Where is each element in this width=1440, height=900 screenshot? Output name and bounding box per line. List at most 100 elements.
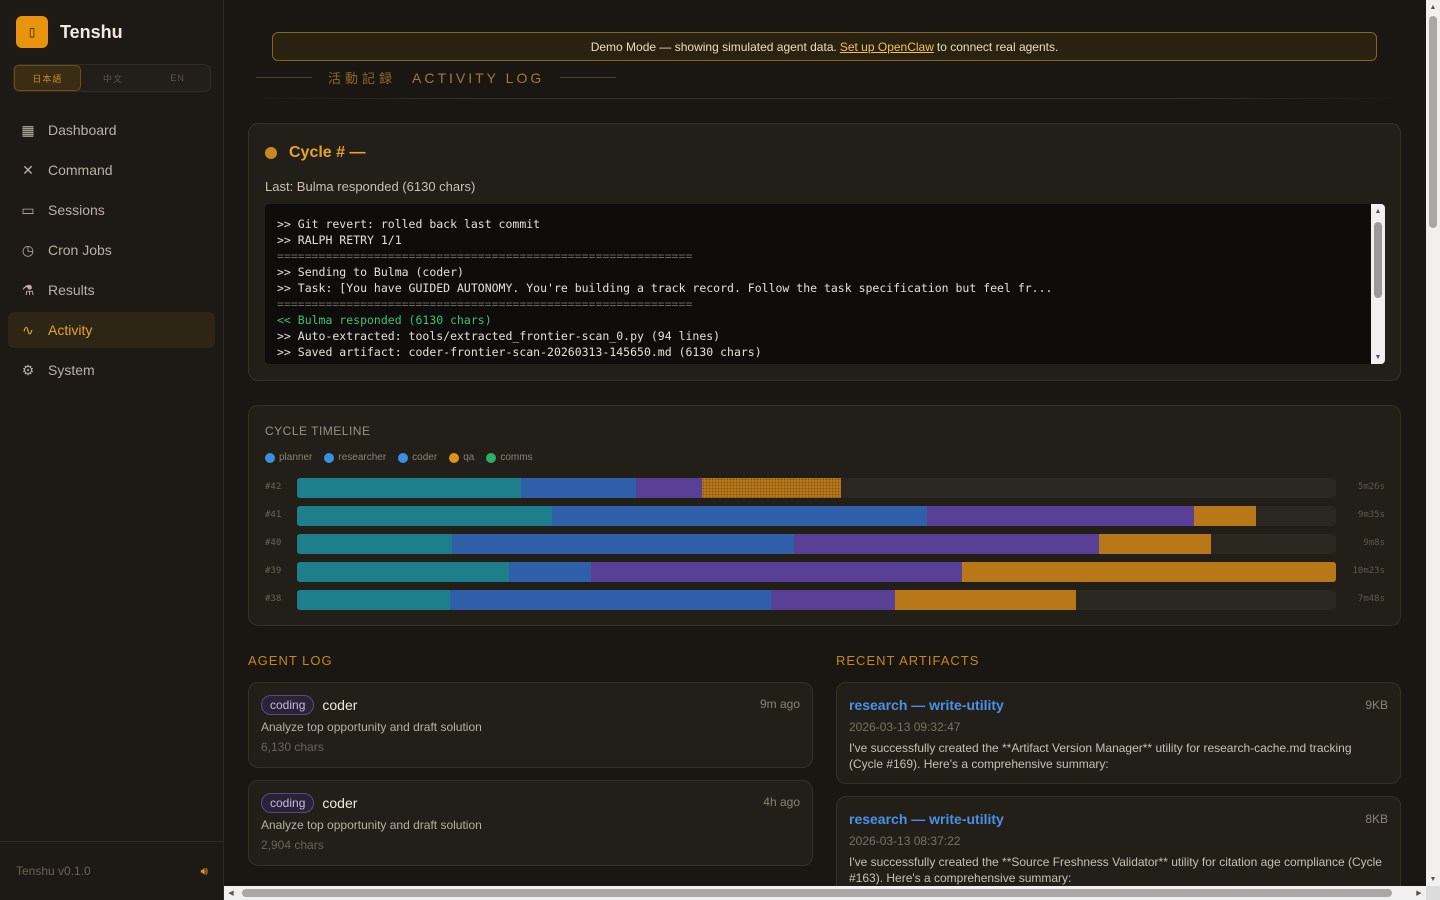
activity-icon: ∿ [22,321,34,338]
timeline-segment[interactable] [793,534,1100,554]
agent-log-item[interactable]: coding coder 4h ago Analyze top opportunity… [248,780,813,866]
timeline-segment[interactable] [551,506,927,526]
timeline-segment[interactable] [297,506,552,526]
timeline-segment[interactable] [961,562,1336,582]
legend-item-planner: planner [265,452,312,463]
timeline-segment[interactable] [297,534,452,554]
timeline-segment[interactable] [297,562,509,582]
scroll-up-arrow-icon[interactable]: ▲ [1371,204,1385,218]
cycle-terminal-output[interactable]: >> Git revert: rolled back last commit >>… [265,204,1385,364]
agent-name: coder [322,795,358,811]
legend-dot [265,452,275,463]
sidebar-item-command[interactable]: ✕ Command [8,152,215,188]
terminal-line: << Bulma responded (6130 chars) [277,313,492,327]
artifact-date: 2026-03-13 09:32:47 [849,720,961,734]
sidebar-item-activity[interactable]: ∿ Activity [8,312,215,348]
timeline-segment[interactable] [895,590,1077,610]
artifact-item[interactable]: research — write-utility 8KB 2026-03-13 08… [836,796,1401,886]
timeline-row[interactable]: #38 7m48s [265,590,1385,610]
terminal-line: >> Task: [You have GUIDED AUTONOMY. You'… [277,281,1053,295]
heading-japanese: 活動記録 [328,71,397,86]
artifact-summary: I've successfully created the **Source F… [849,855,1382,885]
gear-icon: ⚙ [21,361,35,378]
scroll-down-arrow-icon[interactable]: ▼ [1371,350,1385,364]
timeline-segment[interactable] [521,478,636,498]
timeline-row[interactable]: #41 9m35s [265,506,1385,526]
terminal-line: >> RALPH RETRY 1/1 [277,233,402,247]
banner-text: Demo Mode — showing simulated agent data… [590,39,837,54]
artifact-title-link[interactable]: research — write-utility [849,811,1004,827]
scrollbar-corner [1426,886,1440,900]
banner-text-end: to connect real agents. [936,39,1059,54]
cycle-header: Cycle # — [265,144,365,162]
speaker-icon[interactable]: 🔊︎ [200,864,208,879]
timeline-segment[interactable] [297,478,522,498]
timeline-row[interactable]: #39 10m23s [265,562,1385,582]
timeline-track [297,562,1336,582]
agent-name: coder [322,697,358,713]
brand[interactable]: ▯ Tenshu [16,16,123,48]
timeline-segment[interactable] [770,590,896,610]
demo-mode-banner: Demo Mode — showing simulated agent data… [272,32,1377,61]
cycle-title: Cycle # — [289,144,366,161]
timeline-segment[interactable] [635,478,703,498]
sidebar-item-label: Cron Jobs [48,242,112,258]
sidebar-item-cron-jobs[interactable]: ◷ Cron Jobs [8,232,215,268]
page-heading: 活動記録 ACTIVITY LOG [256,68,617,87]
page-horizontal-scrollbar[interactable]: ◀ ▶ [224,886,1426,900]
legend-label: comms [500,452,533,463]
timeline-segment[interactable] [508,562,592,582]
sidebar-item-dashboard[interactable]: ▦ Dashboard [8,112,215,148]
terminal-scroll-thumb[interactable] [1374,222,1382,298]
terminal-line: >> Git revert: rolled back last commit [277,217,541,231]
legend-label: qa [463,452,475,463]
sidebar-item-sessions[interactable]: ▭ Sessions [8,192,215,228]
cycle-card: Cycle # — Last: Bulma responded (6130 ch… [248,123,1401,381]
page-vertical-scrollbar[interactable]: ▲ ▼ [1426,0,1440,886]
page-scroll-right-icon[interactable]: ▶ [1412,886,1426,900]
timeline-segment[interactable] [451,534,794,554]
timeline-row[interactable]: #40 9m8s [265,534,1385,554]
sidebar-item-label: Dashboard [48,122,117,138]
timeline-row-duration: 5m26s [1357,482,1385,492]
sidebar-nav: ▦ Dashboard ✕ Command ▭ Sessions ◷ Cron Jobs ⚗ Re… [8,112,215,392]
artifact-size: 9KB [1365,698,1388,712]
timeline-segment[interactable] [1099,534,1212,554]
sidebar-item-label: Activity [48,322,93,338]
timeline-row-label: #42 [265,482,282,492]
timeline-segment[interactable] [1193,506,1256,526]
timeline-row[interactable]: #42 5m26s [265,478,1385,498]
sidebar-item-label: Command [48,162,113,178]
page-scroll-down-icon[interactable]: ▼ [1426,872,1440,886]
timeline-segment[interactable] [591,562,962,582]
page-vertical-scroll-thumb[interactable] [1429,16,1437,228]
page-scroll-up-icon[interactable]: ▲ [1426,0,1440,14]
artifact-date: 2026-03-13 08:37:22 [849,834,961,848]
timeline-row-duration: 7m48s [1357,594,1385,604]
heading-line-left [256,77,312,78]
timeline-segment[interactable] [926,506,1194,526]
artifact-title-link[interactable]: research — write-utility [849,697,1004,713]
timeline-track [297,506,1336,526]
timeline-segment[interactable] [297,590,450,610]
sidebar-item-system[interactable]: ⚙ System [8,352,215,388]
page-horizontal-scroll-thumb[interactable] [242,889,1392,897]
monitor-icon: ▭ [21,201,35,218]
timeline-row-duration: 9m35s [1357,510,1385,520]
lang-option-japanese[interactable]: 日本語 [14,65,81,91]
setup-openclaw-link[interactable]: Set up OpenClaw [840,40,934,54]
sidebar-item-results[interactable]: ⚗ Results [8,272,215,308]
terminal-scrollbar[interactable]: ▲ ▼ [1371,204,1385,364]
sidebar-item-label: System [48,362,95,378]
cycle-status-dot [265,147,277,159]
agent-log-item-header: coding coder [261,793,357,813]
artifact-item[interactable]: research — write-utility 9KB 2026-03-13 09… [836,682,1401,784]
agent-log-item[interactable]: coding coder 9m ago Analyze top opportunity… [248,682,813,768]
page-scroll-left-icon[interactable]: ◀ [224,886,238,900]
agent-log-heading: AGENT LOG [248,653,333,668]
timeline-segment[interactable] [702,478,842,498]
heading-divider [248,98,1401,99]
lang-option-chinese[interactable]: 中文 [81,65,146,91]
timeline-segment[interactable] [449,590,771,610]
lang-option-english[interactable]: EN [145,65,210,91]
